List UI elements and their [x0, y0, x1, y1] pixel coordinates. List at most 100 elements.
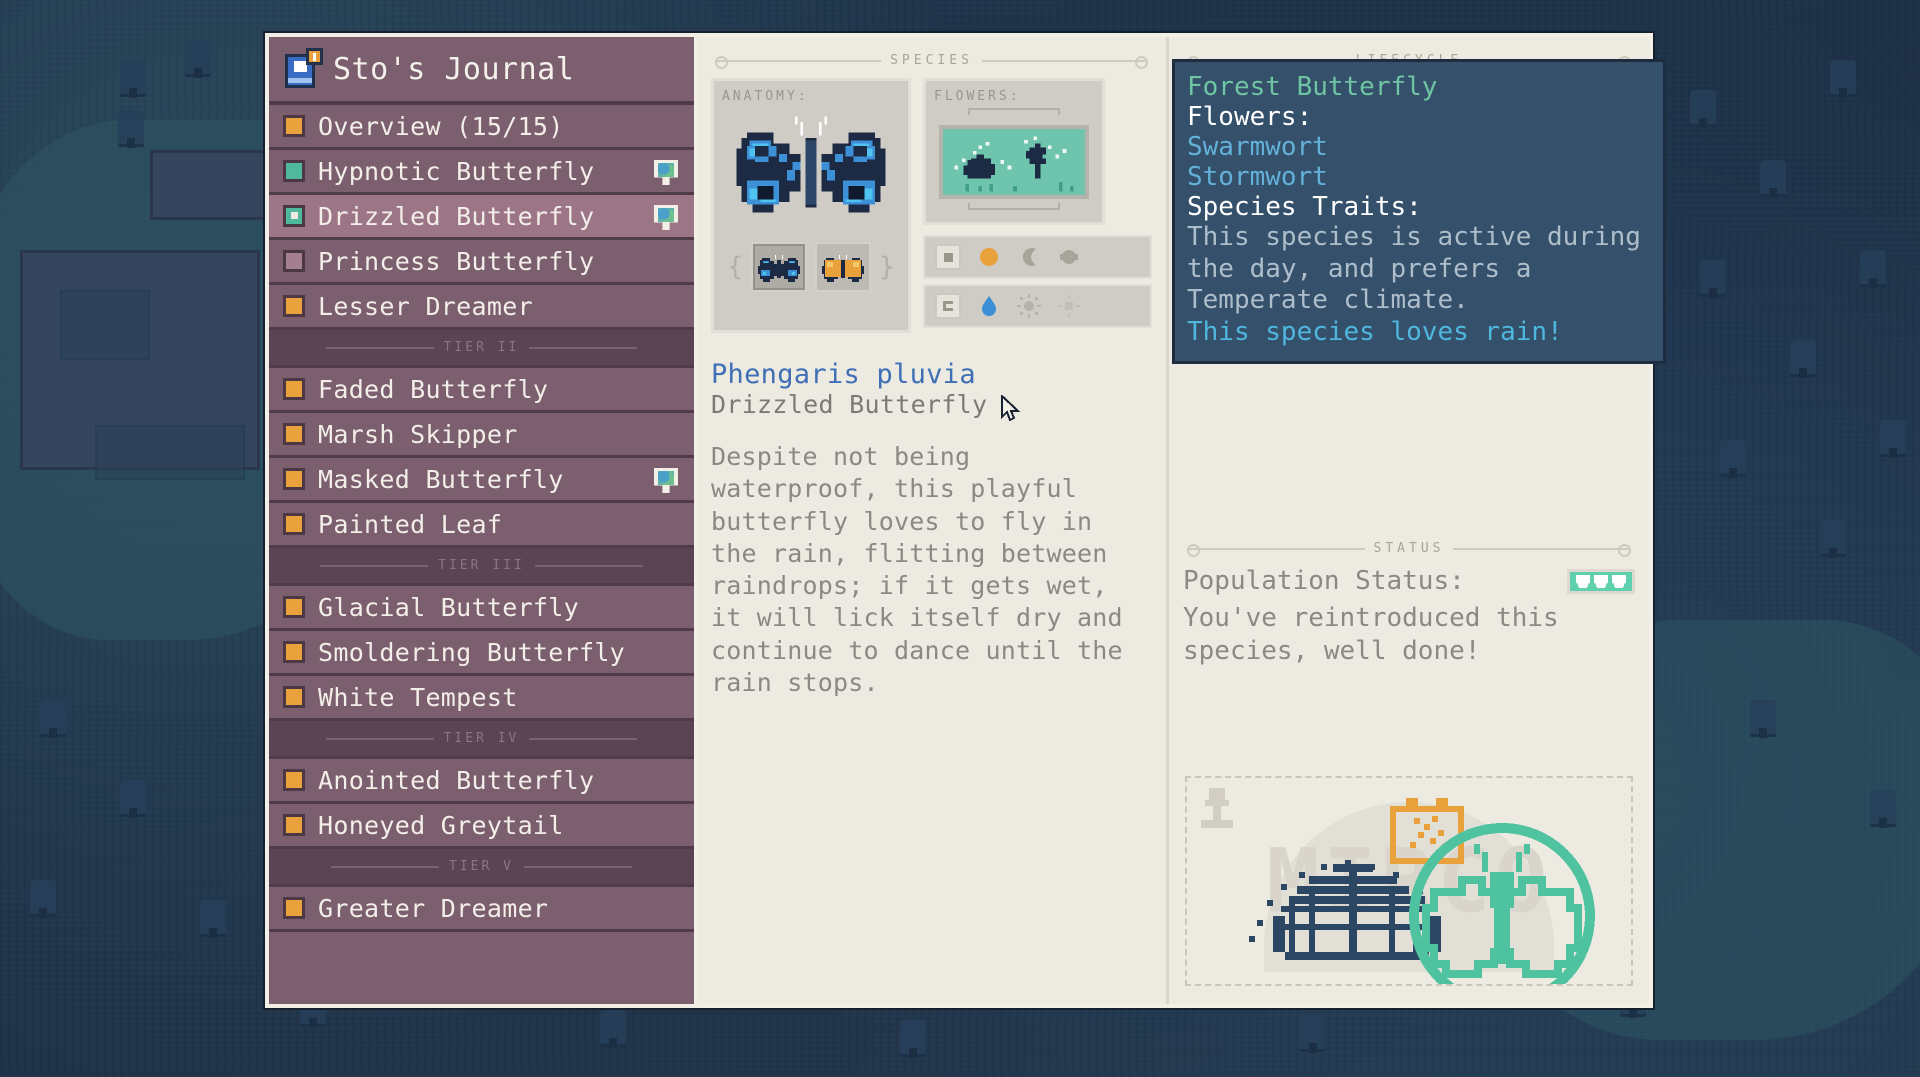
weather-row[interactable] — [923, 284, 1152, 328]
sidebar-item-white-tempest[interactable]: White Tempest — [269, 676, 694, 721]
tier-divider-label: TIER II — [444, 340, 520, 355]
sidebar-item-greater-dreamer[interactable]: Greater Dreamer — [269, 887, 694, 932]
sidebar-item-marsh-skipper[interactable]: Marsh Skipper — [269, 413, 694, 458]
orange-butterfly-icon — [822, 252, 864, 282]
tooltip-flower-0: Swarmwort — [1187, 132, 1651, 162]
tooltip-traits-body: This species is active during the day, a… — [1187, 222, 1651, 317]
tooltip-flowers-label: Flowers: — [1187, 102, 1651, 132]
sidebar-item-hypnotic-butterfly[interactable]: Hypnotic Butterfly — [269, 150, 694, 195]
sidebar-item-label: Princess Butterfly — [318, 247, 594, 276]
night-moon-icon[interactable] — [1017, 245, 1041, 269]
journal-window: Sto's Journal Overview (15/15) Hypnotic B… — [265, 33, 1653, 1008]
weather-key-icon — [935, 293, 961, 319]
species-swatch-icon — [283, 205, 305, 227]
sidebar-item-label: Masked Butterfly — [318, 465, 564, 494]
page-title: Sto's Journal — [333, 52, 574, 87]
sidebar-item-glacial-butterfly[interactable]: Glacial Butterfly — [269, 586, 694, 631]
habitat-bar-bottom — [968, 203, 1060, 210]
species-swatch-icon — [283, 468, 305, 490]
species-swatch-icon — [283, 250, 305, 272]
sidebar-item-label: Lesser Dreamer — [318, 292, 533, 321]
globe-badge-icon — [654, 160, 678, 185]
lifecycle-column: LIFECYCLE Forest Butterfly EFFECT Butter… — [1169, 37, 1649, 1004]
globe-badge-icon — [654, 205, 678, 230]
sidebar-item-label: Painted Leaf — [318, 510, 502, 539]
time-of-day-row[interactable] — [923, 235, 1152, 279]
common-name: Drizzled Butterfly — [711, 390, 1152, 419]
sidebar-item-princess-butterfly[interactable]: Princess Butterfly — [269, 240, 694, 285]
day-sun-icon[interactable] — [977, 245, 1001, 269]
species-nav-list: Overview (15/15) Hypnotic Butterfly Drizzl… — [269, 105, 694, 1004]
tier-divider: TIER II — [269, 330, 694, 368]
habitat-illustration — [939, 125, 1089, 199]
habitat-bar-top — [968, 108, 1060, 115]
status-header-label: STATUS — [1374, 541, 1445, 556]
trait-icon-rows — [923, 235, 1152, 328]
journal-book-icon — [283, 48, 321, 90]
tooltip-flower-1: Stormwort — [1187, 162, 1651, 192]
journal-sidebar: Sto's Journal Overview (15/15) Hypnotic B… — [269, 37, 697, 1004]
sidebar-item-anointed-butterfly[interactable]: Anointed Butterfly — [269, 759, 694, 804]
sun-rays-icon[interactable] — [1017, 294, 1041, 318]
population-pip — [1612, 575, 1626, 588]
globe-badge-icon — [654, 468, 678, 493]
anatomy-box: ANATOMY: — [711, 78, 911, 333]
bright-sun-icon[interactable] — [1057, 294, 1081, 318]
flowers-box: FLOWERS: — [923, 78, 1105, 225]
population-pip — [1576, 575, 1590, 588]
anatomy-caption: ANATOMY: — [722, 89, 900, 104]
species-tooltip: Forest Butterfly Flowers: Swarmwort Stor… — [1172, 59, 1666, 364]
sidebar-item-label: White Tempest — [318, 683, 518, 712]
species-description: Despite not being waterproof, this playf… — [711, 441, 1152, 699]
status-body-text: You've reintroduced this species, well d… — [1183, 602, 1635, 667]
population-pip — [1594, 575, 1608, 588]
species-swatch-icon — [283, 686, 305, 708]
butterfly-circle-stamp — [1402, 816, 1602, 986]
butterfly-anatomy-image — [722, 106, 900, 234]
sidebar-item-overview-15-15[interactable]: Overview (15/15) — [269, 105, 694, 150]
sidebar-item-label: Overview (15/15) — [318, 112, 564, 141]
stamp-panel: MIRCO — [1185, 776, 1633, 986]
variant-selector[interactable]: { — [722, 242, 900, 292]
species-swatch-icon — [283, 513, 305, 535]
species-swatch-icon — [283, 769, 305, 791]
species-swatch-icon — [283, 295, 305, 317]
population-status-label: Population Status: — [1183, 566, 1465, 596]
species-header-label: SPECIES — [890, 53, 973, 68]
sidebar-item-label: Marsh Skipper — [318, 420, 518, 449]
right-bracket-icon: } — [879, 252, 895, 282]
time-key-icon — [935, 244, 961, 270]
sidebar-item-label: Greater Dreamer — [318, 894, 548, 923]
left-bracket-icon: { — [727, 252, 743, 282]
species-swatch-icon — [283, 897, 305, 919]
species-swatch-icon — [283, 378, 305, 400]
population-badge — [1567, 569, 1635, 594]
journal-content: SPECIES ANATOMY: — [697, 37, 1649, 1004]
sidebar-item-faded-butterfly[interactable]: Faded Butterfly — [269, 368, 694, 413]
rain-drop-icon[interactable] — [977, 294, 1001, 318]
species-swatch-icon — [283, 115, 305, 137]
tier-divider-label: TIER III — [438, 558, 525, 573]
species-swatch-icon — [283, 641, 305, 663]
species-swatch-icon — [283, 160, 305, 182]
sidebar-item-smoldering-butterfly[interactable]: Smoldering Butterfly — [269, 631, 694, 676]
sidebar-item-label: Honeyed Greytail — [318, 811, 564, 840]
tooltip-traits-label: Species Traits: — [1187, 192, 1651, 222]
sidebar-item-honeyed-greytail[interactable]: Honeyed Greytail — [269, 804, 694, 849]
variant-blue-butterfly[interactable] — [751, 242, 807, 292]
sidebar-item-label: Hypnotic Butterfly — [318, 157, 594, 186]
status-panel-header: STATUS — [1183, 535, 1635, 566]
sidebar-item-drizzled-butterfly[interactable]: Drizzled Butterfly — [269, 195, 694, 240]
tier-divider: TIER IV — [269, 721, 694, 759]
flowers-caption: FLOWERS: — [934, 89, 1094, 104]
sidebar-item-painted-leaf[interactable]: Painted Leaf — [269, 503, 694, 548]
dusk-cloud-icon[interactable] — [1057, 245, 1081, 269]
sidebar-item-label: Drizzled Butterfly — [318, 202, 594, 231]
variant-orange-butterfly[interactable] — [815, 242, 871, 292]
tier-divider-label: TIER V — [449, 859, 514, 874]
blue-butterfly-icon — [758, 252, 800, 282]
sidebar-item-masked-butterfly[interactable]: Masked Butterfly — [269, 458, 694, 503]
sidebar-item-lesser-dreamer[interactable]: Lesser Dreamer — [269, 285, 694, 330]
species-panel-header: SPECIES — [711, 47, 1152, 78]
tier-divider-label: TIER IV — [444, 731, 520, 746]
